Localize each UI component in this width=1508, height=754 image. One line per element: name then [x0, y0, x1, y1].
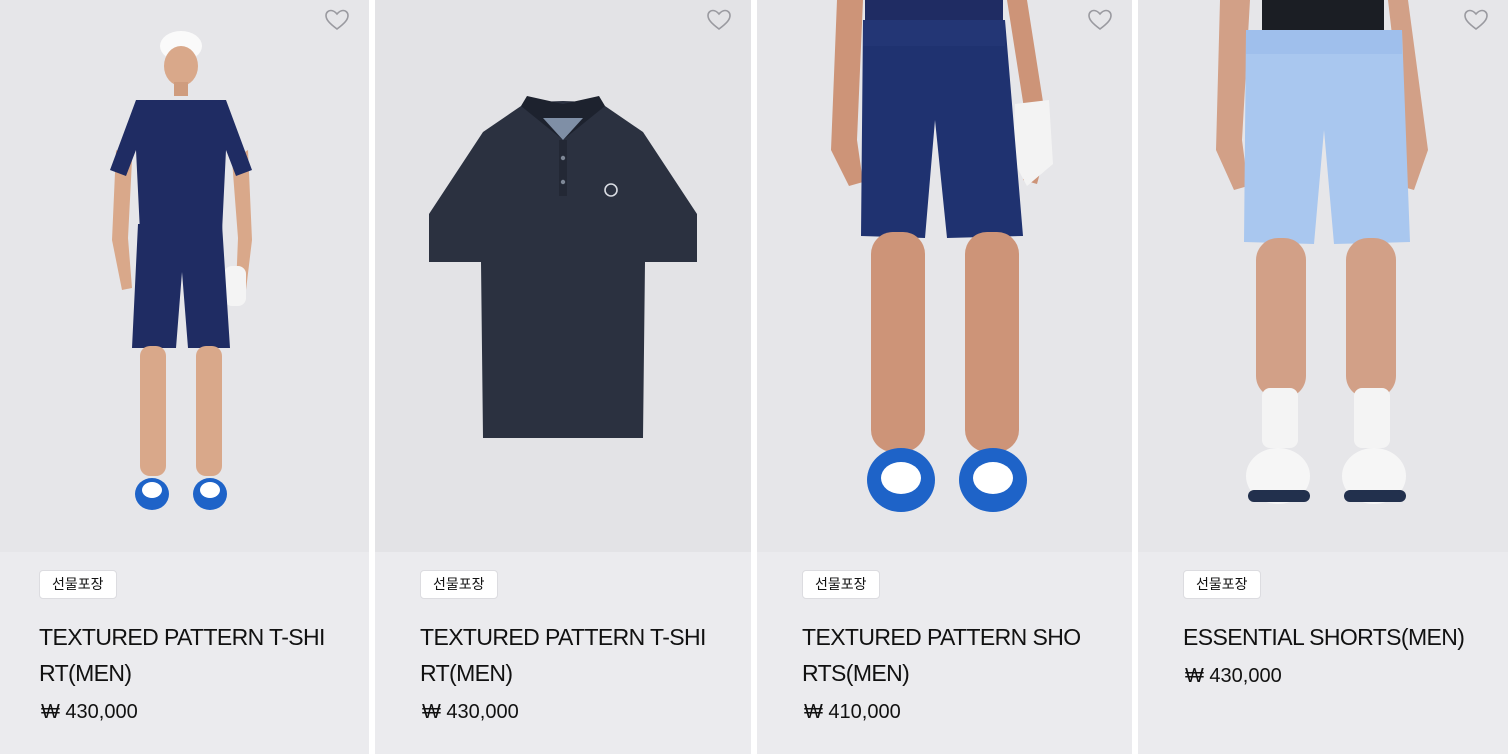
heart-outline-icon[interactable] [705, 6, 733, 34]
product-price: ₩ 410,000 [804, 701, 901, 723]
product-price: ₩ 430,000 [422, 701, 519, 723]
product-info: 선물포장 TEXTURED PATTERN T-SHIRT(MEN) ₩ 430… [420, 570, 731, 725]
product-info: 선물포장 TEXTURED PATTERN SHORTS(MEN) ₩ 410,… [802, 570, 1112, 725]
heart-outline-icon[interactable] [323, 6, 351, 34]
product-price: ₩ 430,000 [41, 701, 138, 723]
product-card[interactable]: 선물포장 TEXTURED PATTERN T-SHIRT(MEN) ₩ 430… [375, 0, 751, 754]
model-navy-shorts-image [831, 0, 1053, 512]
gift-wrap-badge: 선물포장 [420, 570, 498, 599]
product-image[interactable] [1138, 0, 1508, 552]
model-light-blue-shorts-image [1216, 0, 1428, 504]
model-navy-polo-shorts-image [110, 31, 252, 510]
product-card[interactable]: 선물포장 ESSENTIAL SHORTS(MEN) ₩ 430,000 [1138, 0, 1508, 754]
charcoal-polo-shirt-image [429, 96, 697, 438]
product-image[interactable] [0, 0, 369, 552]
heart-outline-icon[interactable] [1086, 6, 1114, 34]
gift-wrap-badge: 선물포장 [39, 570, 117, 599]
product-image[interactable] [757, 0, 1132, 552]
heart-outline-icon[interactable] [1462, 6, 1490, 34]
product-card[interactable]: 선물포장 TEXTURED PATTERN SHORTS(MEN) ₩ 410,… [757, 0, 1132, 754]
product-name[interactable]: TEXTURED PATTERN SHORTS(MEN) [802, 619, 1092, 691]
product-name[interactable]: TEXTURED PATTERN T-SHIRT(MEN) [39, 619, 329, 691]
product-card[interactable]: 선물포장 TEXTURED PATTERN T-SHIRT(MEN) ₩ 430… [0, 0, 369, 754]
product-info: 선물포장 ESSENTIAL SHORTS(MEN) ₩ 430,000 [1183, 570, 1488, 689]
product-name[interactable]: ESSENTIAL SHORTS(MEN) [1183, 619, 1483, 655]
gift-wrap-badge: 선물포장 [802, 570, 880, 599]
product-image[interactable] [375, 0, 751, 552]
gift-wrap-badge: 선물포장 [1183, 570, 1261, 599]
product-price: ₩ 430,000 [1185, 665, 1282, 687]
product-name[interactable]: TEXTURED PATTERN T-SHIRT(MEN) [420, 619, 710, 691]
product-grid: 선물포장 TEXTURED PATTERN T-SHIRT(MEN) ₩ 430… [0, 0, 1508, 754]
product-info: 선물포장 TEXTURED PATTERN T-SHIRT(MEN) ₩ 430… [39, 570, 349, 725]
